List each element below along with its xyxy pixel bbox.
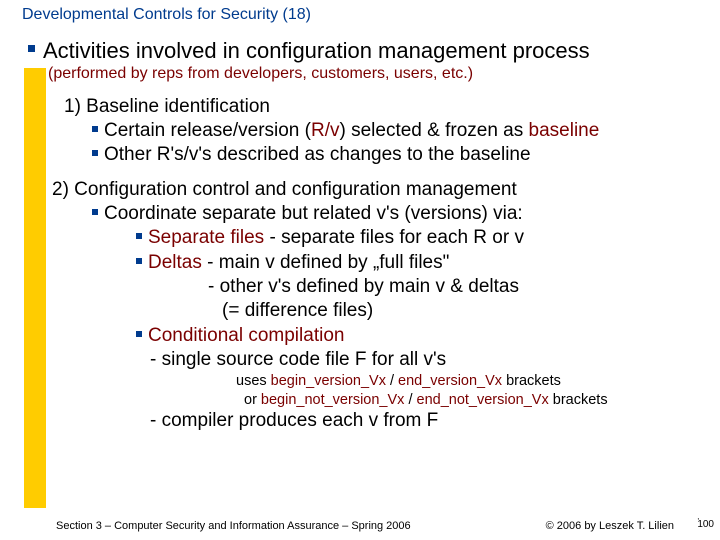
item1-sub2: Other R's/v's described as changes to th… [92, 143, 708, 167]
item2-deltas-line2: - other v's defined by main v & deltas [208, 275, 708, 299]
item2-sub1: Coordinate separate but related v's (ver… [92, 202, 708, 226]
main-heading-text: Activities involved in configuration man… [43, 38, 708, 64]
square-bullet-icon [92, 209, 98, 215]
item2-deltas-line3: (= difference files) [222, 299, 708, 323]
item2-sep: Separate files - separate files for each… [136, 226, 708, 250]
main-heading: Activities involved in configuration man… [28, 38, 708, 64]
square-bullet-icon [28, 45, 35, 52]
item2-sep-text: Separate files - separate files for each… [148, 226, 708, 250]
slide-title: Developmental Controls for Security (18) [22, 6, 311, 24]
item2-condcomp-line3: - compiler produces each v from F [150, 409, 708, 433]
item-2: 2) Configuration control and configurati… [52, 178, 708, 202]
square-bullet-icon [92, 126, 98, 132]
item1-sub2-text: Other R's/v's described as changes to th… [104, 143, 708, 167]
square-bullet-icon [136, 331, 142, 337]
item2-condcomp: Conditional compilation [136, 324, 708, 348]
item2-deltas-text: Deltas - main v defined by „full files" [148, 251, 708, 275]
square-bullet-icon [92, 150, 98, 156]
item-1: 1) Baseline identification [64, 95, 708, 119]
square-bullet-icon [136, 258, 142, 264]
item1-sub1-text: Certain release/version (R/v) selected &… [104, 119, 708, 143]
item2-condcomp-line2: - single source code file F for all v's [150, 348, 708, 372]
item2-sub1-text: Coordinate separate but related v's (ver… [104, 202, 708, 226]
page-number: 100 [697, 519, 714, 530]
slide-content: Activities involved in configuration man… [28, 38, 708, 434]
note-1: uses begin_version_Vx / end_version_Vx b… [236, 372, 708, 391]
item2-condcomp-text: Conditional compilation [148, 324, 708, 348]
note-2: or begin_not_version_Vx / end_not_versio… [244, 391, 708, 410]
footer-right: © 2006 by Leszek T. Lilien [546, 520, 674, 532]
main-desc: (performed by reps from developers, cust… [48, 64, 708, 84]
square-bullet-icon [136, 233, 142, 239]
item1-sub1: Certain release/version (R/v) selected &… [92, 119, 708, 143]
item2-deltas: Deltas - main v defined by „full files" [136, 251, 708, 275]
footer-left: Section 3 – Computer Security and Inform… [56, 520, 411, 532]
